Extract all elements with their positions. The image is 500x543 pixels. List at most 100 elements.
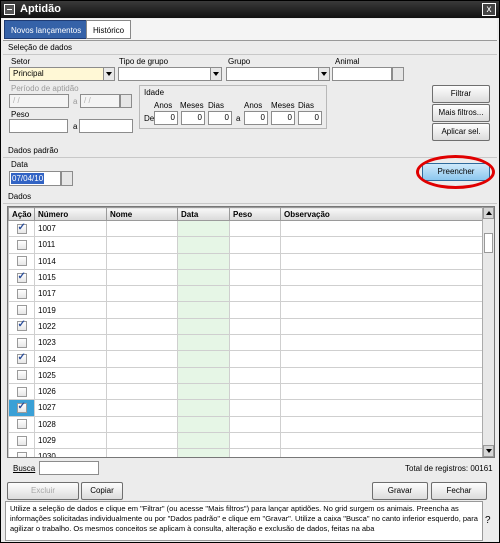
peso-cell[interactable] [229,366,281,384]
data-cell[interactable] [177,301,230,319]
idade-dias-from[interactable]: 0 [208,111,232,125]
data-cell[interactable] [177,236,230,254]
table-row[interactable]: 1022 [8,317,485,336]
observacao-cell[interactable] [280,350,485,368]
nome-cell[interactable] [106,382,178,401]
acao-checkbox[interactable] [16,271,27,283]
table-row[interactable]: 1011 [8,236,485,254]
peso-cell[interactable] [229,317,281,336]
help-icon[interactable]: ? [485,515,491,526]
acao-checkbox[interactable] [16,435,27,446]
acao-checkbox[interactable] [16,288,27,299]
observacao-cell[interactable] [280,236,485,254]
mais-filtros-button[interactable]: Mais filtros... [432,104,490,122]
peso-cell[interactable] [229,350,281,368]
gravar-button[interactable]: Gravar [372,482,428,500]
observacao-cell[interactable] [280,448,485,457]
data-padrao-input[interactable]: 07/04/10 [9,171,61,186]
chevron-down-icon[interactable] [318,68,329,80]
table-row[interactable]: 1029 [8,431,485,450]
tab-novos-lancamentos[interactable]: Novos lançamentos [4,20,89,39]
peso-cell[interactable] [229,252,281,270]
setor-select[interactable]: Principal [9,67,115,81]
data-cell[interactable] [177,285,230,303]
table-row[interactable]: 1007 [8,219,485,238]
acao-checkbox[interactable] [16,222,27,234]
nome-cell[interactable] [106,268,178,287]
data-cell[interactable] [177,219,230,238]
data-cell[interactable] [177,334,230,352]
scroll-down-icon[interactable] [483,445,494,457]
peso-from-input[interactable] [9,119,68,133]
acao-checkbox[interactable] [16,337,27,348]
nome-cell[interactable] [106,448,178,457]
data-calendar-button[interactable] [61,171,73,186]
data-cell[interactable] [177,382,230,401]
filtrar-button[interactable]: Filtrar [432,85,490,103]
close-icon[interactable]: x [482,3,496,16]
peso-cell[interactable] [229,415,281,433]
fechar-button[interactable]: Fechar [431,482,487,500]
acao-checkbox[interactable] [16,352,27,365]
col-peso[interactable]: Peso [229,207,281,221]
data-cell[interactable] [177,268,230,287]
periodo-from-input[interactable]: / / [9,94,69,108]
table-row[interactable]: 1030 [8,448,485,457]
aplicar-sel-button[interactable]: Aplicar sel. [432,123,490,141]
peso-cell[interactable] [229,219,281,238]
col-nome[interactable]: Nome [106,207,178,221]
data-cell[interactable] [177,431,230,450]
nome-cell[interactable] [106,415,178,433]
copiar-button[interactable]: Copiar [81,482,123,500]
table-row[interactable]: 1027 [8,399,485,417]
peso-cell[interactable] [229,399,281,417]
table-row[interactable]: 1023 [8,334,485,352]
data-cell[interactable] [177,448,230,457]
window-menu-icon[interactable] [4,4,15,15]
col-observacao[interactable]: Observação [280,207,485,221]
nome-cell[interactable] [106,366,178,384]
observacao-cell[interactable] [280,317,485,336]
observacao-cell[interactable] [280,301,485,319]
dados-grid[interactable]: Ação Número Nome Data Peso Observação 10… [7,206,495,458]
animal-input[interactable] [332,67,392,81]
peso-cell[interactable] [229,382,281,401]
table-row[interactable]: 1025 [8,366,485,384]
table-row[interactable]: 1026 [8,382,485,401]
nome-cell[interactable] [106,350,178,368]
idade-anos-to[interactable]: 0 [244,111,268,125]
busca-input[interactable] [39,461,99,475]
acao-checkbox[interactable] [16,305,27,316]
nome-cell[interactable] [106,219,178,238]
peso-cell[interactable] [229,448,281,457]
acao-checkbox[interactable] [16,239,27,250]
table-row[interactable]: 1015 [8,268,485,287]
idade-dias-to[interactable]: 0 [298,111,322,125]
idade-meses-from[interactable]: 0 [181,111,205,125]
observacao-cell[interactable] [280,415,485,433]
periodo-to-input[interactable]: / / [80,94,120,108]
grid-scrollbar[interactable] [482,207,494,457]
nome-cell[interactable] [106,252,178,270]
data-cell[interactable] [177,415,230,433]
observacao-cell[interactable] [280,268,485,287]
peso-cell[interactable] [229,431,281,450]
observacao-cell[interactable] [280,219,485,238]
nome-cell[interactable] [106,285,178,303]
col-data[interactable]: Data [177,207,230,221]
chevron-down-icon[interactable] [103,68,114,80]
nome-cell[interactable] [106,236,178,254]
table-row[interactable]: 1024 [8,350,485,368]
data-cell[interactable] [177,252,230,270]
observacao-cell[interactable] [280,431,485,450]
acao-checkbox[interactable] [16,419,27,430]
table-row[interactable]: 1017 [8,285,485,303]
observacao-cell[interactable] [280,366,485,384]
tab-historico[interactable]: Histórico [86,20,132,39]
nome-cell[interactable] [106,301,178,319]
table-row[interactable]: 1028 [8,415,485,433]
scroll-thumb[interactable] [484,233,493,253]
idade-anos-from[interactable]: 0 [154,111,178,125]
periodo-calendar-button[interactable] [120,94,132,108]
observacao-cell[interactable] [280,382,485,401]
